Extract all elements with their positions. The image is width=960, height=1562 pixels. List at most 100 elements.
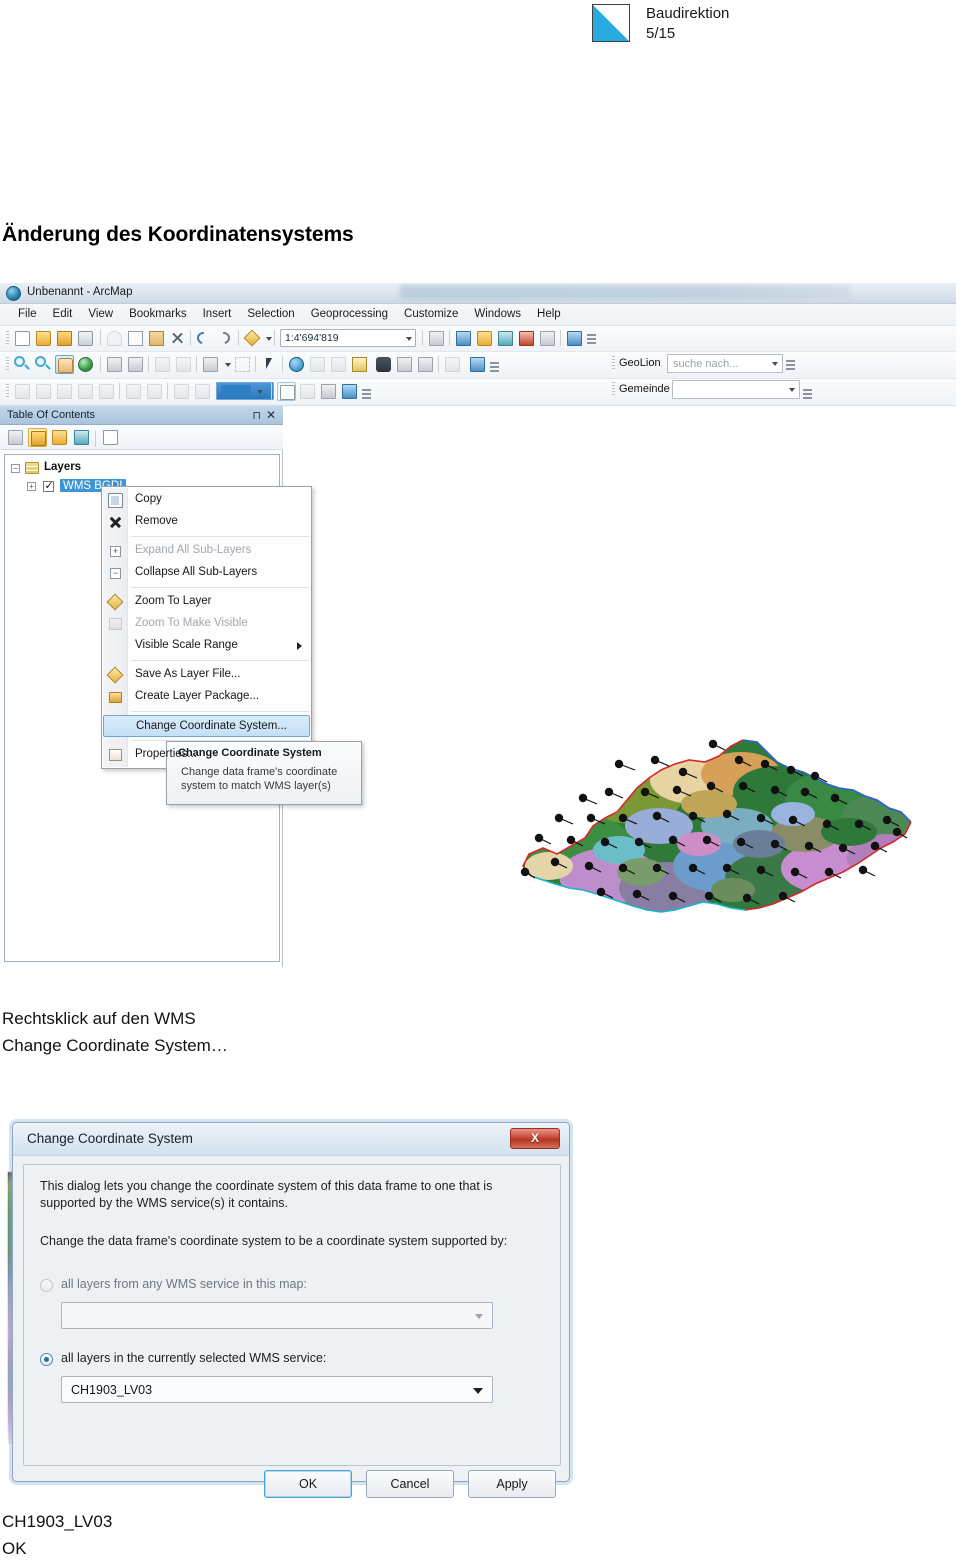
geolion-search-input[interactable]: suche nach...: [667, 354, 783, 373]
label-options-button[interactable]: [145, 382, 164, 401]
maplex-button[interactable]: [319, 382, 338, 401]
context-menu-item-properties[interactable]: Properties...: [102, 744, 311, 766]
arctoolbox-button[interactable]: [517, 329, 536, 348]
zoom-in-button[interactable]: [13, 355, 32, 374]
map-scale-combobox[interactable]: 1:4'694'819: [280, 329, 416, 347]
view-unplaced-labels-button[interactable]: [97, 382, 116, 401]
close-icon[interactable]: ✕: [266, 408, 276, 422]
search-window-button[interactable]: [496, 329, 515, 348]
table-of-contents-button[interactable]: [454, 329, 473, 348]
geolion-grip[interactable]: [612, 356, 615, 371]
menu-item-selection[interactable]: Selection: [239, 304, 302, 324]
menu-item-bookmarks[interactable]: Bookmarks: [121, 304, 195, 324]
toolbar-overflow-button[interactable]: [362, 382, 371, 402]
add-data-button[interactable]: [243, 329, 262, 348]
menu-item-geoprocessing[interactable]: Geoprocessing: [303, 304, 396, 324]
list-by-source-button[interactable]: [28, 428, 47, 447]
layer-visibility-checkbox[interactable]: [43, 479, 54, 492]
geolion-overflow-button[interactable]: [786, 355, 795, 375]
redo-button[interactable]: [215, 329, 235, 348]
toc-options-button[interactable]: [101, 428, 120, 447]
expand-toggle-icon[interactable]: +: [27, 482, 36, 491]
toolbar-grip[interactable]: [6, 357, 9, 372]
model-builder-button[interactable]: [565, 329, 584, 348]
layer-context-menu[interactable]: Copy Remove + Expand All Sub-Layers − Co…: [101, 486, 312, 769]
context-menu-item-remove[interactable]: Remove: [102, 511, 311, 533]
menu-item-view[interactable]: View: [80, 304, 121, 324]
python-window-button[interactable]: [538, 329, 557, 348]
identify-button[interactable]: [287, 355, 306, 374]
select-elements-button[interactable]: [260, 355, 279, 374]
find-button[interactable]: [374, 355, 393, 374]
radio-any-wms-service[interactable]: all layers from any WMS service in this …: [40, 1277, 460, 1295]
cancel-button[interactable]: Cancel: [366, 1470, 454, 1498]
apply-button[interactable]: Apply: [468, 1470, 556, 1498]
go-forward-extent-button[interactable]: [174, 355, 193, 374]
zoom-out-button[interactable]: [34, 355, 53, 374]
find-route-button[interactable]: [395, 355, 414, 374]
html-popup-button[interactable]: [329, 355, 348, 374]
toolbar-grip[interactable]: [6, 331, 9, 346]
add-data-dropdown[interactable]: [262, 329, 281, 348]
hyperlink-button[interactable]: [308, 355, 327, 374]
context-menu-item-change-coordinate-system[interactable]: Change Coordinate System...: [103, 715, 310, 737]
convert-labels-button[interactable]: [193, 382, 212, 401]
select-features-button[interactable]: [201, 355, 220, 374]
go-back-extent-button[interactable]: [153, 355, 172, 374]
print-button[interactable]: [76, 329, 95, 348]
pause-labeling-button[interactable]: [124, 382, 143, 401]
gemeinde-grip[interactable]: [612, 382, 615, 397]
open-button[interactable]: [34, 329, 53, 348]
gemeinde-overflow-button[interactable]: [803, 384, 812, 404]
map-canvas[interactable]: [284, 406, 956, 967]
go-to-xy-button[interactable]: [416, 355, 435, 374]
toolbar-overflow-button[interactable]: [587, 329, 596, 349]
gemeinde-input[interactable]: [672, 380, 800, 399]
edit-annotation-button[interactable]: [298, 382, 317, 401]
copy-button[interactable]: [126, 329, 145, 348]
any-wms-service-combobox[interactable]: [61, 1302, 493, 1329]
fixed-zoom-in-button[interactable]: [105, 355, 124, 374]
toolbar-overflow-button[interactable]: [490, 355, 499, 375]
editor-toolbar-button[interactable]: [427, 329, 446, 348]
clear-selection-button[interactable]: [233, 355, 252, 374]
menu-item-insert[interactable]: Insert: [195, 304, 240, 324]
menu-item-windows[interactable]: Windows: [466, 304, 529, 324]
catalog-button[interactable]: [475, 329, 494, 348]
close-icon[interactable]: X: [510, 1128, 560, 1149]
new-map-button[interactable]: [13, 329, 32, 348]
fixed-zoom-out-button[interactable]: [126, 355, 145, 374]
pan-button[interactable]: [55, 355, 74, 374]
radio-selected-wms-service[interactable]: all layers in the currently selected WMS…: [40, 1351, 460, 1369]
context-menu-item-copy[interactable]: Copy: [102, 489, 311, 511]
menu-item-file[interactable]: File: [10, 304, 45, 324]
toolbar-grip[interactable]: [6, 384, 9, 399]
undo-button[interactable]: [194, 329, 214, 348]
ok-button[interactable]: OK: [264, 1470, 352, 1498]
pin-icon[interactable]: ⊓: [252, 409, 261, 422]
selected-wms-service-combobox[interactable]: CH1903_LV03: [61, 1376, 493, 1403]
annotation-button[interactable]: [172, 382, 191, 401]
full-extent-button[interactable]: [76, 355, 95, 374]
context-menu-item-visible-scale-range[interactable]: Visible Scale Range: [102, 635, 311, 657]
menu-item-edit[interactable]: Edit: [45, 304, 81, 324]
cut-button[interactable]: [105, 329, 124, 348]
label-printer-button[interactable]: [340, 382, 359, 401]
list-by-drawing-order-button[interactable]: [6, 428, 25, 447]
measure-button[interactable]: [350, 355, 369, 374]
delete-button[interactable]: [168, 329, 187, 348]
menu-item-customize[interactable]: Customize: [396, 304, 466, 324]
collapse-toggle-icon[interactable]: −: [11, 464, 20, 473]
list-by-selection-button[interactable]: [72, 428, 91, 447]
context-menu-item-collapse-all[interactable]: − Collapse All Sub-Layers: [102, 562, 311, 584]
radio-selected-wms-service-button[interactable]: [40, 1353, 53, 1366]
label-priority-button[interactable]: [34, 382, 53, 401]
context-menu-item-save-as-layer-file[interactable]: Save As Layer File...: [102, 664, 311, 686]
new-annotation-button[interactable]: [277, 382, 296, 401]
list-by-visibility-button[interactable]: [50, 428, 69, 447]
save-button[interactable]: [55, 329, 74, 348]
context-menu-item-create-layer-package[interactable]: Create Layer Package...: [102, 686, 311, 708]
menu-item-help[interactable]: Help: [529, 304, 569, 324]
radio-any-wms-service-button[interactable]: [40, 1279, 53, 1292]
lock-labels-button[interactable]: [76, 382, 95, 401]
